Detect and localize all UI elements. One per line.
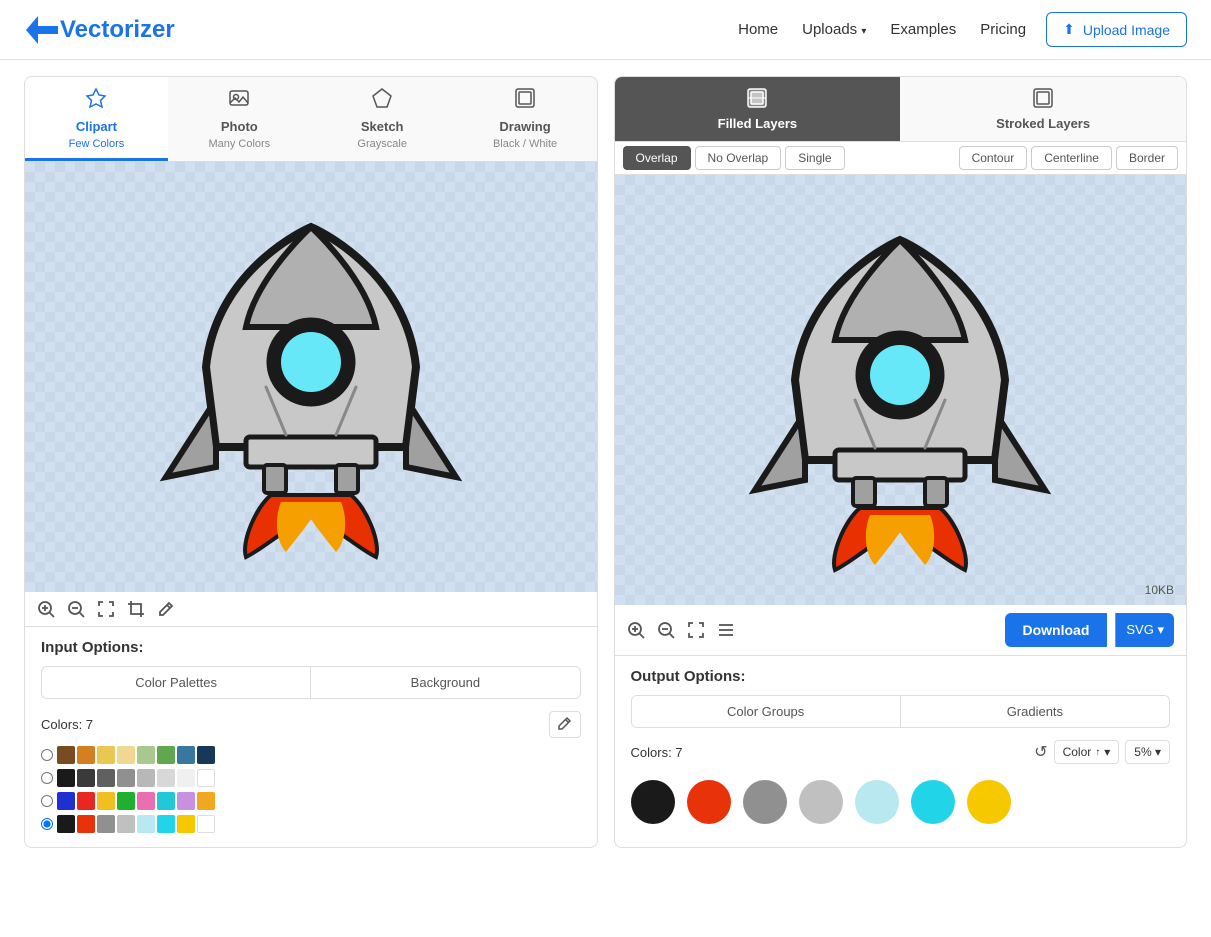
mode-tabs: Clipart Few Colors Photo Many Colors — [25, 77, 597, 162]
right-canvas: 10KB — [615, 175, 1187, 605]
tab-clipart[interactable]: Clipart Few Colors — [25, 77, 168, 161]
photo-icon — [228, 87, 250, 115]
contour-tab[interactable]: Contour — [959, 146, 1028, 170]
main-content: Clipart Few Colors Photo Many Colors — [0, 60, 1211, 864]
filled-layers-tab[interactable]: Filled Layers — [615, 77, 901, 141]
filled-layers-label: Filled Layers — [718, 116, 797, 131]
upload-image-button[interactable]: ⬆ Upload Image — [1046, 12, 1187, 47]
stroked-layers-tab[interactable]: Stroked Layers — [900, 77, 1186, 141]
palette-row-1 — [41, 746, 581, 764]
menu-icon[interactable] — [717, 621, 735, 639]
download-button[interactable]: Download — [1005, 613, 1108, 647]
color-swatch-light-blue[interactable] — [855, 780, 899, 824]
uploads-dropdown-arrow: ▾ — [861, 26, 866, 37]
tab-drawing[interactable]: Drawing Black / White — [454, 77, 597, 161]
file-size-label: 10KB — [1145, 583, 1174, 597]
colors-count-label: Colors: 7 — [41, 717, 93, 732]
logo: Vectorizer — [24, 12, 175, 48]
border-tab[interactable]: Border — [1116, 146, 1178, 170]
color-swatch-yellow[interactable] — [967, 780, 1011, 824]
photo-sub: Many Colors — [208, 138, 270, 150]
layer-tabs: Filled Layers Stroked Layers — [615, 77, 1187, 142]
rocket-output-image — [715, 200, 1085, 580]
filled-layers-icon — [746, 87, 768, 112]
clipart-icon — [85, 87, 107, 115]
drawing-icon — [514, 87, 536, 115]
input-options-header: Input Options: — [41, 639, 581, 656]
right-toolbar: Download SVG ▾ — [615, 605, 1187, 656]
color-swatch-black[interactable] — [631, 780, 675, 824]
right-zoom-out-icon[interactable] — [657, 621, 675, 639]
background-tab[interactable]: Background — [311, 667, 579, 698]
nav-uploads[interactable]: Uploads ▾ — [802, 21, 866, 38]
stroked-layers-label: Stroked Layers — [996, 116, 1090, 131]
color-swatch-cyan[interactable] — [911, 780, 955, 824]
right-panel: Filled Layers Stroked Layers Overlap No … — [614, 76, 1188, 848]
output-options-header: Output Options: — [631, 668, 1171, 685]
clipart-label: Clipart — [76, 119, 117, 134]
rocket-image — [126, 187, 496, 567]
sketch-sub: Grayscale — [357, 138, 407, 150]
color-swatch-light-gray[interactable] — [799, 780, 843, 824]
nav-pricing[interactable]: Pricing — [980, 21, 1026, 38]
color-mode-selector[interactable]: Color ↑ ▾ — [1054, 740, 1120, 764]
photo-label: Photo — [221, 119, 258, 134]
output-color-swatches — [631, 772, 1171, 832]
format-selector[interactable]: SVG ▾ — [1115, 613, 1174, 647]
right-fit-icon[interactable] — [687, 621, 705, 639]
refresh-icon[interactable]: ↺ — [1034, 742, 1047, 762]
palette-radio-1[interactable] — [41, 749, 53, 761]
edit-colors-button[interactable] — [549, 711, 581, 738]
centerline-tab[interactable]: Centerline — [1031, 146, 1112, 170]
crop-icon[interactable] — [127, 600, 145, 618]
palette-radio-3[interactable] — [41, 795, 53, 807]
left-toolbar — [25, 592, 597, 627]
drawing-sub: Black / White — [493, 138, 557, 150]
color-swatch-orange-red[interactable] — [687, 780, 731, 824]
output-option-tabs: Color Groups Gradients — [631, 695, 1171, 728]
upload-icon: ⬆ — [1063, 21, 1075, 38]
logo-icon — [24, 12, 60, 48]
main-nav: Home Uploads ▾ Examples Pricing — [738, 21, 1026, 38]
tab-sketch[interactable]: Sketch Grayscale — [311, 77, 454, 161]
layer-sub-tabs: Overlap No Overlap Single Contour Center… — [615, 142, 1187, 175]
edit-icon[interactable] — [157, 600, 175, 618]
palette-row-2 — [41, 769, 581, 787]
output-options: Output Options: Color Groups Gradients C… — [615, 656, 1187, 844]
no-overlap-tab[interactable]: No Overlap — [695, 146, 782, 170]
color-palettes-tab[interactable]: Color Palettes — [42, 667, 311, 698]
input-option-tabs: Color Palettes Background — [41, 666, 581, 699]
percent-selector[interactable]: 5% ▾ — [1125, 740, 1170, 764]
nav-examples[interactable]: Examples — [890, 21, 956, 38]
fit-icon[interactable] — [97, 600, 115, 618]
gradients-tab[interactable]: Gradients — [901, 696, 1169, 727]
download-section: Download SVG ▾ — [1005, 613, 1175, 647]
single-tab[interactable]: Single — [785, 146, 844, 170]
drawing-label: Drawing — [499, 119, 550, 134]
color-swatch-gray[interactable] — [743, 780, 787, 824]
clipart-sub: Few Colors — [69, 138, 125, 150]
colors-row: Colors: 7 — [41, 711, 581, 738]
stroked-layers-icon — [1032, 87, 1054, 112]
input-options: Input Options: Color Palettes Background… — [25, 627, 597, 847]
header: Vectorizer Home Uploads ▾ Examples Prici… — [0, 0, 1211, 60]
right-zoom-in-icon[interactable] — [627, 621, 645, 639]
zoom-in-icon[interactable] — [37, 600, 55, 618]
overlap-tab[interactable]: Overlap — [623, 146, 691, 170]
tab-photo[interactable]: Photo Many Colors — [168, 77, 311, 161]
sketch-icon — [371, 87, 393, 115]
nav-home[interactable]: Home — [738, 21, 778, 38]
zoom-out-icon[interactable] — [67, 600, 85, 618]
left-canvas — [25, 162, 597, 592]
palette-radio-2[interactable] — [41, 772, 53, 784]
sketch-label: Sketch — [361, 119, 404, 134]
logo-text: Vectorizer — [60, 16, 175, 44]
palette-row-4 — [41, 815, 581, 833]
color-groups-tab[interactable]: Color Groups — [632, 696, 901, 727]
output-colors-count-label: Colors: 7 — [631, 745, 683, 760]
palette-section — [41, 746, 581, 835]
palette-row-3 — [41, 792, 581, 810]
palette-radio-4[interactable] — [41, 818, 53, 830]
left-panel: Clipart Few Colors Photo Many Colors — [24, 76, 598, 848]
